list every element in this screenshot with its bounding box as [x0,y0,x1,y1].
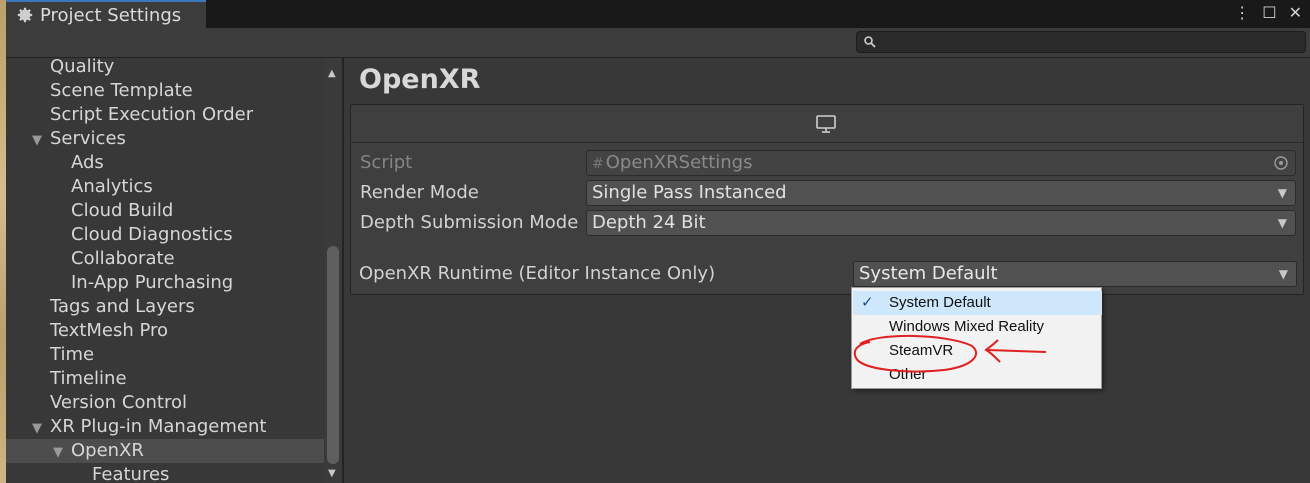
object-picker-icon[interactable] [1273,155,1289,171]
sidebar-scrollbar[interactable]: ▲ ▼ [324,58,342,483]
dropdown-arrow-icon: ▼ [1277,186,1287,200]
gear-icon [17,7,33,23]
dropdown-arrow-icon: ▼ [1277,216,1287,230]
depth-mode-label: Depth Submission Mode [360,212,579,233]
script-label: Script [360,152,413,173]
checkmark-icon: ✓ [861,294,874,311]
sidebar-item-cloud-build[interactable]: Cloud Build [53,199,173,223]
settings-sidebar: Quality Scene Template Script Execution Or… [6,58,344,483]
toolbar [6,28,1310,58]
render-mode-value: Single Pass Instanced [592,182,787,203]
sidebar-item-label: Tags and Layers [50,296,195,317]
script-file-icon: # [592,156,604,172]
depth-mode-value: Depth 24 Bit [592,212,706,233]
menu-item-steamvr[interactable]: SteamVR [853,339,1102,363]
sidebar-item-tags-and-layers[interactable]: Tags and Layers [32,295,195,319]
menu-item-system-default[interactable]: ✓ System Default [853,291,1102,315]
sidebar-item-analytics[interactable]: Analytics [53,175,153,199]
sidebar-item-version-control[interactable]: Version Control [32,391,187,415]
expand-arrow-icon[interactable]: ▼ [53,441,71,465]
more-options-icon[interactable]: ⋮ [1234,2,1250,24]
tab-bar: Project Settings ⋮ ☐ ✕ [6,0,1310,28]
sidebar-item-label: Ads [71,152,104,173]
script-row: Script # OpenXRSettings [360,150,1296,176]
sidebar-item-timeline[interactable]: Timeline [32,367,127,391]
sidebar-item-label: TextMesh Pro [50,320,169,341]
sidebar-item-textmesh-pro[interactable]: TextMesh Pro [32,319,168,343]
sidebar-item-ads[interactable]: Ads [53,151,104,175]
runtime-row: OpenXR Runtime (Editor Instance Only) Sy… [359,261,1299,287]
window-controls: ⋮ ☐ ✕ [1234,2,1302,24]
sidebar-item-time[interactable]: Time [32,343,94,367]
menu-item-label: System Default [889,294,991,311]
platform-tabs [351,105,1303,143]
scroll-up-icon[interactable]: ▲ [328,68,336,79]
script-field: # OpenXRSettings [586,150,1296,176]
sidebar-item-label: Time [50,344,95,365]
menu-item-label: SteamVR [889,342,954,359]
monitor-icon[interactable] [815,113,837,135]
sidebar-item-openxr[interactable]: ▼ OpenXR [6,439,324,463]
sidebar-item-label: OpenXR [71,440,144,461]
sidebar-item-label: Services [50,128,126,149]
sidebar-item-xr-plug-in-management[interactable]: ▼ XR Plug-in Management [32,415,266,439]
sidebar-item-scene-template[interactable]: Scene Template [32,79,193,103]
depth-mode-row: Depth Submission Mode Depth 24 Bit ▼ [360,210,1296,236]
scroll-thumb[interactable] [327,246,339,464]
sidebar-item-cloud-diagnostics[interactable]: Cloud Diagnostics [53,223,233,247]
dropdown-arrow-icon: ▼ [1278,267,1288,281]
runtime-label: OpenXR Runtime (Editor Instance Only) [359,263,716,284]
search-input[interactable] [856,31,1306,53]
render-mode-label: Render Mode [360,182,479,203]
sidebar-item-label: Script Execution Order [50,104,254,125]
sidebar-item-label: Collaborate [71,248,175,269]
menu-item-label: Other [889,366,927,383]
sidebar-item-quality[interactable]: Quality [32,58,114,79]
runtime-dropdown[interactable]: System Default ▼ [853,261,1297,287]
sidebar-item-label: Cloud Diagnostics [71,224,233,245]
openxr-settings-panel: Script # OpenXRSettings Render Mode Singl… [350,104,1304,295]
sidebar-item-label: Quality [50,58,115,77]
expand-arrow-icon[interactable]: ▼ [32,417,50,441]
search-icon [864,36,876,48]
runtime-dropdown-menu: ✓ System Default Windows Mixed Reality S… [851,287,1102,389]
tab-project-settings[interactable]: Project Settings [6,0,206,28]
expand-arrow-icon[interactable]: ▼ [32,129,50,153]
sidebar-item-label: Analytics [71,176,153,197]
sidebar-item-label: Timeline [50,368,127,389]
sidebar-item-collaborate[interactable]: Collaborate [53,247,175,271]
close-icon[interactable]: ✕ [1289,2,1302,24]
tab-title: Project Settings [40,4,182,26]
runtime-value: System Default [859,263,998,284]
sidebar-item-label: In-App Purchasing [71,272,234,293]
render-mode-dropdown[interactable]: Single Pass Instanced ▼ [586,180,1296,206]
scroll-down-icon[interactable]: ▼ [328,468,336,479]
sidebar-item-features[interactable]: Features [74,463,169,483]
script-value: OpenXRSettings [605,152,753,173]
render-mode-row: Render Mode Single Pass Instanced ▼ [360,180,1296,206]
sidebar-item-services[interactable]: ▼ Services [32,127,126,151]
menu-item-label: Windows Mixed Reality [889,318,1045,335]
sidebar-item-label: Scene Template [50,80,193,101]
sidebar-item-script-execution-order[interactable]: Script Execution Order [32,103,253,127]
menu-item-windows-mixed-reality[interactable]: Windows Mixed Reality [853,315,1102,339]
depth-mode-dropdown[interactable]: Depth 24 Bit ▼ [586,210,1296,236]
sidebar-item-label: Cloud Build [71,200,174,221]
page-title: OpenXR [359,64,481,95]
sidebar-item-in-app-purchasing[interactable]: In-App Purchasing [53,271,233,295]
menu-item-other[interactable]: Other [853,363,1102,387]
maximize-icon[interactable]: ☐ [1262,2,1276,24]
sidebar-item-label: Features [92,464,170,483]
sidebar-item-label: Version Control [50,392,187,413]
sidebar-item-label: XR Plug-in Management [50,416,267,437]
settings-main: OpenXR Script # OpenXRSettings Render Mod… [346,58,1310,483]
